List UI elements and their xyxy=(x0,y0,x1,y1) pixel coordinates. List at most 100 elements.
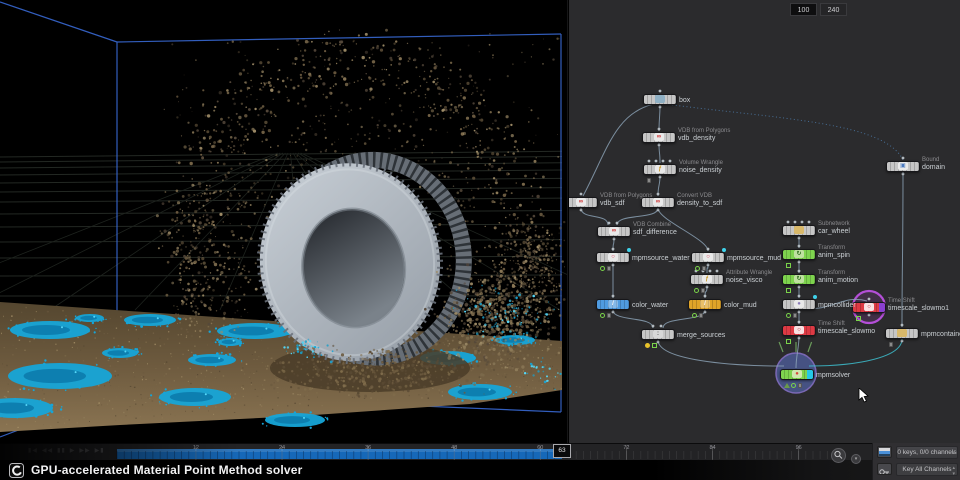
svg-text:96: 96 xyxy=(796,445,802,451)
badge-tree xyxy=(784,383,790,388)
node-name-label: noise_density xyxy=(679,166,722,174)
node-type-label: VDB from Polygons xyxy=(678,128,731,134)
viewport-3d[interactable] xyxy=(0,0,568,443)
node-name-label: vdb_density xyxy=(678,134,716,142)
node-timescale_slowmo[interactable]: ○ xyxy=(782,324,816,336)
node-sdf_difference[interactable]: ∞ xyxy=(597,225,631,237)
subnet-icon xyxy=(794,226,804,234)
mouse-cursor xyxy=(858,388,869,403)
badge-lock xyxy=(607,313,611,318)
node-box[interactable] xyxy=(643,93,677,105)
badge-green xyxy=(791,383,796,388)
svg-text:36: 36 xyxy=(365,445,371,451)
xform-icon: ↻ xyxy=(794,250,804,258)
node-name-label: color_water xyxy=(632,301,669,309)
node-name-label: mpmsolver xyxy=(816,371,851,379)
node-name-label: noise_visco xyxy=(726,276,763,284)
badge-lock xyxy=(607,266,611,271)
node-vdb_density[interactable]: ∞ xyxy=(642,131,676,143)
badge-green xyxy=(695,266,700,271)
node-mpmsolver[interactable]: ● xyxy=(780,368,814,380)
current-frame-marker[interactable]: 63 xyxy=(553,444,571,458)
svg-text:72: 72 xyxy=(623,445,629,451)
node-timescale_slowmo1[interactable]: ○ xyxy=(852,301,886,313)
node-domain[interactable]: ▣ xyxy=(886,160,920,172)
node-mpmsource_water[interactable]: ○ xyxy=(596,251,630,263)
fast-forward-icon[interactable]: ▶▶ xyxy=(79,448,90,454)
node-mpmcollider[interactable]: ● xyxy=(782,298,816,310)
node-type-label: Convert VDB xyxy=(677,193,713,199)
node-color_mud[interactable]: / xyxy=(688,298,722,310)
node-car_wheel[interactable] xyxy=(782,224,816,236)
key-icon[interactable] xyxy=(877,463,892,475)
magnifier-icon xyxy=(834,450,843,459)
wrangle-icon: ƒ xyxy=(655,165,665,173)
playbar[interactable]: 12 24 36 48 60 72 84 96 xyxy=(0,443,872,461)
play-icon[interactable]: ▶ xyxy=(70,448,76,454)
svg-text:12: 12 xyxy=(193,445,199,451)
playbar-options-button[interactable]: ▾ xyxy=(851,454,861,464)
node-type-label: Subnetwork xyxy=(818,221,850,227)
node-name-label: mpmsource_mud xyxy=(727,254,782,262)
key-panel: 0 keys, 0/0 channels ▴ Key All Channels … xyxy=(872,443,960,480)
node-anim_spin[interactable]: ↻ xyxy=(782,248,816,260)
node-type-label: Time Shift xyxy=(818,321,845,327)
badge-lock xyxy=(889,342,893,347)
node-name-label: timescale_slowmo xyxy=(818,327,876,335)
badge-green xyxy=(694,288,699,293)
node-anim_motion[interactable]: ↻ xyxy=(782,273,816,285)
step-forward-icon[interactable]: ▶▮ xyxy=(95,448,105,454)
network-editor[interactable]: box ∞ VDB from Polygons vdb_density ƒ Volume … xyxy=(569,0,960,443)
badge-green xyxy=(600,266,605,271)
svg-text:60: 60 xyxy=(537,445,543,451)
collider-icon: ● xyxy=(794,300,804,308)
autokey-toggle-icon[interactable] xyxy=(877,446,892,458)
badge-lock xyxy=(702,266,706,271)
time-icon: ○ xyxy=(864,303,874,311)
node-color_water[interactable]: / xyxy=(596,298,630,310)
wrangle-icon: ƒ xyxy=(702,275,712,283)
playbar-zoom-button[interactable] xyxy=(831,448,846,463)
node-name-label: domain xyxy=(922,163,945,171)
badge-lock xyxy=(647,178,651,183)
badge-green xyxy=(692,313,697,318)
caption-bar: GPU-accelerated Material Point Method so… xyxy=(9,461,303,479)
display-flag[interactable] xyxy=(627,248,631,252)
vdb-icon: ∞ xyxy=(653,198,663,206)
node-mpmcontainer[interactable] xyxy=(885,327,919,339)
svg-text:48: 48 xyxy=(451,445,457,451)
container-icon xyxy=(897,329,907,337)
display-flag[interactable] xyxy=(722,248,726,252)
playback-controls[interactable]: ▮◀ ◀◀ ▮▮ ▶ ▶▶ ▶▮ xyxy=(28,447,109,454)
svg-text:24: 24 xyxy=(279,445,285,451)
badge-green xyxy=(600,313,605,318)
range-start-field[interactable]: 100 xyxy=(790,3,817,16)
node-noise_visco[interactable]: ƒ xyxy=(690,273,724,285)
network-wires xyxy=(579,89,905,394)
rewind-icon[interactable]: ◀◀ xyxy=(42,448,53,454)
node-noise_density[interactable]: ƒ xyxy=(643,163,677,175)
pause-icon[interactable]: ▮▮ xyxy=(57,448,66,454)
badge-greensq xyxy=(786,339,791,344)
display-flag[interactable] xyxy=(813,295,817,299)
key-scope-dropdown[interactable]: Key All Channels ▴ ▾ xyxy=(896,463,958,477)
badge-greensq xyxy=(856,316,861,321)
node-merge_sources[interactable]: : xyxy=(641,328,675,340)
node-type-label: VDB Combine xyxy=(633,222,672,228)
houdini-app: box ∞ VDB from Polygons vdb_density ƒ Volume … xyxy=(0,0,960,480)
node-vdb_sdf[interactable]: ∞ xyxy=(569,196,598,208)
badge-lock xyxy=(699,313,703,318)
vdb-icon: ∞ xyxy=(654,133,664,141)
source-icon: ○ xyxy=(608,253,618,261)
step-back-icon[interactable]: ▮◀ xyxy=(28,448,38,454)
keys-summary-button[interactable]: 0 keys, 0/0 channels ▴ xyxy=(896,446,958,459)
paint-icon: / xyxy=(608,300,618,308)
node-segment xyxy=(807,369,813,379)
node-mpmsource_mud[interactable]: ○ xyxy=(691,251,725,263)
vdb-icon: ∞ xyxy=(576,198,586,206)
houdini-logo-icon xyxy=(9,462,24,478)
range-end-field[interactable]: 240 xyxy=(820,3,847,16)
node-segment xyxy=(879,302,885,312)
time-icon: ○ xyxy=(794,326,804,334)
caption-text: GPU-accelerated Material Point Method so… xyxy=(31,463,303,477)
